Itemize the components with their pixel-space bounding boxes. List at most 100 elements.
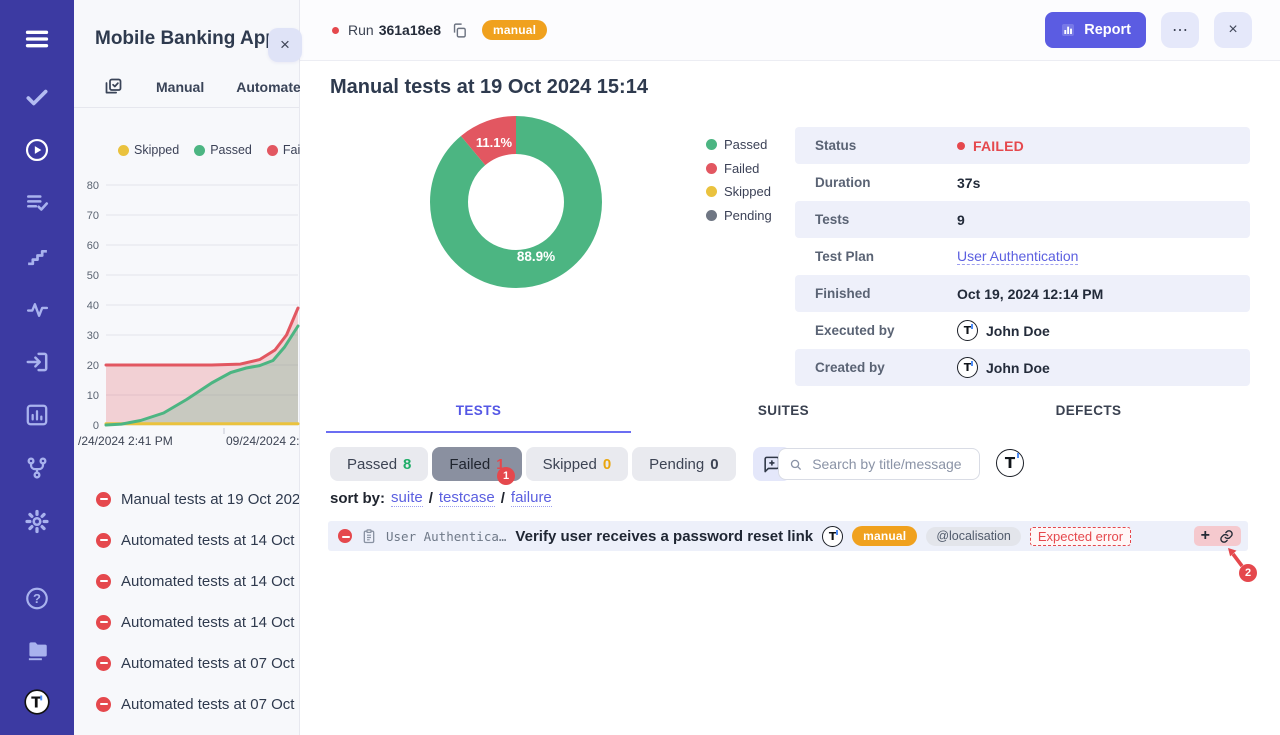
logo-icon[interactable]: T bbox=[24, 689, 50, 715]
run-list-item[interactable]: Automated tests at 14 Oct 2 bbox=[96, 527, 299, 553]
sidebar-nav-group bbox=[24, 84, 50, 534]
runs-panel-tabs: Manual Automated bbox=[74, 66, 299, 108]
svg-text:80: 80 bbox=[87, 180, 99, 192]
failed-status-icon bbox=[96, 574, 111, 589]
skipped-dot bbox=[706, 186, 717, 197]
tab-tests[interactable]: TESTS bbox=[326, 403, 631, 433]
tab-automated[interactable]: Automated bbox=[236, 79, 309, 95]
detail-row-status: StatusFAILED bbox=[795, 127, 1250, 164]
results-tabs: TESTS SUITES DEFECTS bbox=[326, 403, 1241, 433]
filter-passed-button[interactable]: Passed8 bbox=[330, 447, 428, 481]
passed-count: 8 bbox=[403, 456, 411, 473]
gear-icon[interactable] bbox=[24, 508, 50, 534]
filter-skipped-button[interactable]: Skipped0 bbox=[526, 447, 629, 481]
sort-bar: sort by: suite / testcase / failure bbox=[330, 489, 552, 507]
report-chart-icon bbox=[1060, 22, 1076, 38]
sort-by-suite[interactable]: suite bbox=[391, 489, 423, 507]
activity-icon[interactable] bbox=[24, 296, 50, 322]
clipboard-icon bbox=[361, 528, 377, 545]
svg-text:09/24/2024 2:54 PM: 09/24/2024 2:54 PM bbox=[226, 434, 300, 448]
close-run-button[interactable]: × bbox=[1214, 12, 1252, 48]
help-icon[interactable]: ? bbox=[24, 585, 50, 611]
run-detail-panel: Run 361a18e8 manual Report ⋯ × Manual te… bbox=[300, 0, 1280, 735]
more-button[interactable]: ⋯ bbox=[1161, 12, 1199, 48]
tab-manual[interactable]: Manual bbox=[156, 79, 204, 95]
sort-by-failure[interactable]: failure bbox=[511, 489, 552, 507]
svg-text:0: 0 bbox=[93, 420, 99, 432]
runs-panel-close-button[interactable]: × bbox=[268, 28, 302, 62]
app-screen: ? T Mobile Banking App Manual Automated … bbox=[0, 0, 1280, 735]
runs-list: Manual tests at 19 Oct 2024 Automated te… bbox=[74, 486, 299, 717]
assignee-avatar[interactable]: T bbox=[996, 449, 1024, 477]
passed-dot bbox=[706, 139, 717, 150]
tag-badge[interactable]: @localisation bbox=[926, 527, 1021, 546]
filter-pending-button[interactable]: Pending0 bbox=[632, 447, 735, 481]
failed-dot bbox=[706, 163, 717, 174]
copy-icon[interactable] bbox=[451, 22, 468, 39]
run-list-item[interactable]: Manual tests at 19 Oct 2024 bbox=[96, 486, 299, 512]
run-type-badge: manual bbox=[482, 20, 547, 40]
app-sidebar: ? T bbox=[0, 0, 74, 735]
search-icon bbox=[789, 457, 802, 472]
svg-text:/24/2024 2:41 PM: /24/2024 2:41 PM bbox=[78, 434, 173, 448]
run-list-item[interactable]: Automated tests at 07 Oct 2 bbox=[96, 691, 299, 717]
sign-in-icon[interactable] bbox=[24, 349, 50, 375]
detail-row-finished: FinishedOct 19, 2024 12:14 PM bbox=[795, 275, 1250, 312]
suite-name[interactable]: User Authentica… bbox=[386, 529, 506, 544]
run-list-item[interactable]: Automated tests at 14 Oct 2 bbox=[96, 609, 299, 635]
failed-status-icon bbox=[96, 533, 111, 548]
test-plan-link[interactable]: User Authentication bbox=[957, 248, 1078, 265]
run-status-dot bbox=[332, 27, 339, 34]
skipped-count: 0 bbox=[603, 456, 611, 473]
status-filters: Passed8 Failed1 Skipped0 Pending0 bbox=[330, 447, 791, 481]
status-badge: FAILED bbox=[973, 138, 1024, 154]
failed-status-icon bbox=[96, 697, 111, 712]
add-defect-button[interactable]: + bbox=[1201, 528, 1210, 544]
svg-text:40: 40 bbox=[87, 300, 99, 312]
svg-text:?: ? bbox=[33, 591, 41, 606]
list-check-icon[interactable] bbox=[24, 190, 50, 216]
detail-row-created-by: Created byTJohn Doe bbox=[795, 349, 1250, 386]
detail-row-tests: Tests9 bbox=[795, 201, 1250, 238]
failed-status-icon bbox=[338, 529, 352, 543]
avatar: T bbox=[822, 526, 843, 547]
run-list-item[interactable]: Automated tests at 07 Oct 2 bbox=[96, 650, 299, 676]
branch-icon[interactable] bbox=[24, 455, 50, 481]
play-circle-icon[interactable] bbox=[24, 137, 50, 163]
trend-area-chart: 01020304050607080/24/2024 2:41 PM09/24/2… bbox=[74, 140, 300, 455]
failed-status-icon bbox=[96, 656, 111, 671]
run-details-table: StatusFAILED Duration37s Tests9 Test Pla… bbox=[795, 127, 1250, 386]
tab-suites[interactable]: SUITES bbox=[631, 403, 936, 433]
search-input[interactable] bbox=[810, 455, 969, 473]
svg-text:30: 30 bbox=[87, 330, 99, 342]
tab-defects[interactable]: DEFECTS bbox=[936, 403, 1241, 433]
folders-icon[interactable] bbox=[24, 637, 50, 663]
test-title[interactable]: Verify user receives a password reset li… bbox=[515, 528, 813, 545]
steps-icon[interactable] bbox=[24, 243, 50, 269]
run-list-item[interactable]: Automated tests at 14 Oct 2 bbox=[96, 568, 299, 594]
expected-error-badge[interactable]: Expected error bbox=[1030, 527, 1131, 546]
failed-status-icon bbox=[96, 615, 111, 630]
runs-panel: Mobile Banking App Manual Automated Skip… bbox=[74, 0, 300, 735]
svg-text:50: 50 bbox=[87, 270, 99, 282]
detail-row-executed-by: Executed byTJohn Doe bbox=[795, 312, 1250, 349]
sort-by-testcase[interactable]: testcase bbox=[439, 489, 495, 507]
copy-check-icon[interactable] bbox=[103, 74, 124, 100]
detail-row-duration: Duration37s bbox=[795, 164, 1250, 201]
svg-text:10: 10 bbox=[87, 390, 99, 402]
run-id: 361a18e8 bbox=[379, 22, 441, 38]
run-label: Run bbox=[348, 22, 374, 38]
annotation-marker-2: 2 bbox=[1239, 564, 1257, 582]
bar-chart-icon[interactable] bbox=[24, 402, 50, 428]
page-title: Manual tests at 19 Oct 2024 15:14 bbox=[330, 76, 648, 99]
test-result-row[interactable]: User Authentica… Verify user receives a … bbox=[328, 521, 1248, 551]
hamburger-menu-icon[interactable] bbox=[24, 26, 50, 52]
report-button[interactable]: Report bbox=[1045, 12, 1146, 48]
detail-row-testplan: Test PlanUser Authentication bbox=[795, 238, 1250, 275]
failed-status-icon bbox=[96, 492, 111, 507]
donut-legend: Passed Failed Skipped Pending bbox=[706, 137, 772, 223]
annotation-marker-1: 1 bbox=[497, 467, 515, 485]
sidebar-bottom-group: ? T bbox=[24, 585, 50, 735]
svg-text:20: 20 bbox=[87, 360, 99, 372]
check-icon[interactable] bbox=[24, 84, 50, 110]
